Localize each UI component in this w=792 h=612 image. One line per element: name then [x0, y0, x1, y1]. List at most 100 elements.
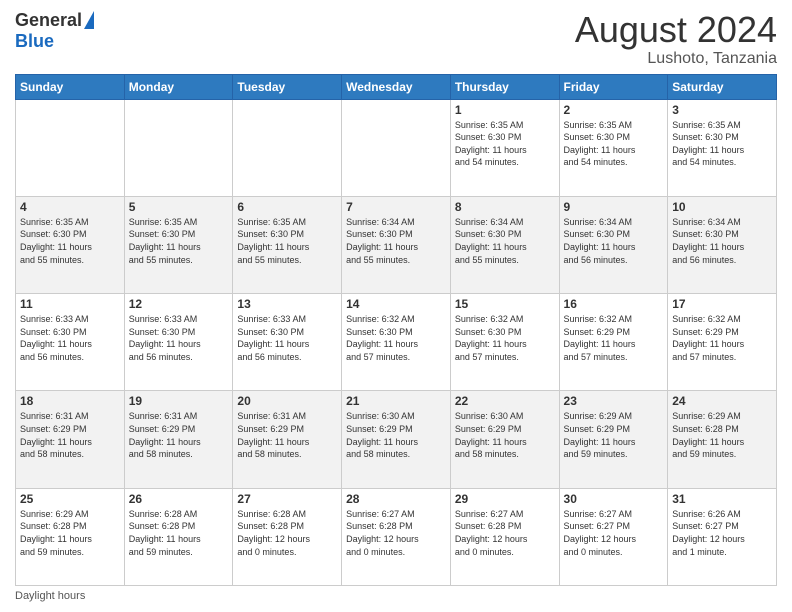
day-info: Sunrise: 6:28 AM Sunset: 6:28 PM Dayligh…	[129, 508, 229, 558]
day-info: Sunrise: 6:34 AM Sunset: 6:30 PM Dayligh…	[346, 216, 446, 266]
logo-general: General	[15, 10, 82, 31]
day-number: 8	[455, 200, 555, 214]
day-number: 17	[672, 297, 772, 311]
day-number: 4	[20, 200, 120, 214]
day-number: 11	[20, 297, 120, 311]
calendar-day-cell: 6 Sunrise: 6:35 AM Sunset: 6:30 PM Daylig…	[233, 196, 342, 293]
day-info: Sunrise: 6:35 AM Sunset: 6:30 PM Dayligh…	[20, 216, 120, 266]
day-info: Sunrise: 6:35 AM Sunset: 6:30 PM Dayligh…	[672, 119, 772, 169]
calendar-day-cell: 11 Sunrise: 6:33 AM Sunset: 6:30 PM Dayli…	[16, 294, 125, 391]
day-number: 18	[20, 394, 120, 408]
day-number: 26	[129, 492, 229, 506]
main-title: August 2024	[575, 10, 777, 50]
day-info: Sunrise: 6:32 AM Sunset: 6:30 PM Dayligh…	[346, 313, 446, 363]
day-info: Sunrise: 6:33 AM Sunset: 6:30 PM Dayligh…	[20, 313, 120, 363]
day-number: 22	[455, 394, 555, 408]
day-number: 19	[129, 394, 229, 408]
day-number: 2	[564, 103, 664, 117]
calendar-day-cell: 26 Sunrise: 6:28 AM Sunset: 6:28 PM Dayli…	[124, 488, 233, 585]
header: General Blue August 2024 Lushoto, Tanzan…	[15, 10, 777, 68]
calendar-day-cell: 10 Sunrise: 6:34 AM Sunset: 6:30 PM Dayli…	[668, 196, 777, 293]
calendar-day-cell: 4 Sunrise: 6:35 AM Sunset: 6:30 PM Daylig…	[16, 196, 125, 293]
calendar-day-cell: 18 Sunrise: 6:31 AM Sunset: 6:29 PM Dayli…	[16, 391, 125, 488]
calendar-day-cell	[16, 99, 125, 196]
calendar-day-cell: 8 Sunrise: 6:34 AM Sunset: 6:30 PM Daylig…	[450, 196, 559, 293]
day-number: 6	[237, 200, 337, 214]
day-info: Sunrise: 6:27 AM Sunset: 6:28 PM Dayligh…	[346, 508, 446, 558]
calendar-day-cell: 23Sunrise: 6:29 AM Sunset: 6:29 PM Dayli…	[559, 391, 668, 488]
calendar-day-cell: 17 Sunrise: 6:32 AM Sunset: 6:29 PM Dayli…	[668, 294, 777, 391]
day-info: Sunrise: 6:35 AM Sunset: 6:30 PM Dayligh…	[455, 119, 555, 169]
calendar-day-cell: 14 Sunrise: 6:32 AM Sunset: 6:30 PM Dayli…	[342, 294, 451, 391]
day-info: Sunrise: 6:34 AM Sunset: 6:30 PM Dayligh…	[672, 216, 772, 266]
day-info: Sunrise: 6:34 AM Sunset: 6:30 PM Dayligh…	[455, 216, 555, 266]
calendar-day-cell: 7 Sunrise: 6:34 AM Sunset: 6:30 PM Daylig…	[342, 196, 451, 293]
calendar-day-cell: 3Sunrise: 6:35 AM Sunset: 6:30 PM Daylig…	[668, 99, 777, 196]
day-number: 10	[672, 200, 772, 214]
daylight-hours-label: Daylight hours	[15, 590, 85, 602]
day-number: 29	[455, 492, 555, 506]
day-info: Sunrise: 6:31 AM Sunset: 6:29 PM Dayligh…	[129, 410, 229, 460]
day-info: Sunrise: 6:34 AM Sunset: 6:30 PM Dayligh…	[564, 216, 664, 266]
day-info: Sunrise: 6:33 AM Sunset: 6:30 PM Dayligh…	[129, 313, 229, 363]
day-info: Sunrise: 6:33 AM Sunset: 6:30 PM Dayligh…	[237, 313, 337, 363]
logo-triangle-icon	[84, 11, 94, 29]
logo-blue: Blue	[15, 31, 54, 52]
calendar-week-row: 1 Sunrise: 6:35 AM Sunset: 6:30 PM Daylig…	[16, 99, 777, 196]
day-number: 23	[564, 394, 664, 408]
day-number: 21	[346, 394, 446, 408]
calendar-day-cell: 30Sunrise: 6:27 AM Sunset: 6:27 PM Dayli…	[559, 488, 668, 585]
day-info: Sunrise: 6:29 AM Sunset: 6:28 PM Dayligh…	[672, 410, 772, 460]
day-info: Sunrise: 6:30 AM Sunset: 6:29 PM Dayligh…	[346, 410, 446, 460]
footer: Daylight hours	[15, 590, 777, 602]
calendar-day-cell: 22 Sunrise: 6:30 AM Sunset: 6:29 PM Dayli…	[450, 391, 559, 488]
day-number: 24	[672, 394, 772, 408]
calendar-day-cell: 16Sunrise: 6:32 AM Sunset: 6:29 PM Dayli…	[559, 294, 668, 391]
calendar-day-cell: 21 Sunrise: 6:30 AM Sunset: 6:29 PM Dayli…	[342, 391, 451, 488]
logo: General Blue	[15, 10, 94, 52]
day-number: 5	[129, 200, 229, 214]
calendar-week-row: 11 Sunrise: 6:33 AM Sunset: 6:30 PM Dayli…	[16, 294, 777, 391]
calendar-day-cell: 13Sunrise: 6:33 AM Sunset: 6:30 PM Dayli…	[233, 294, 342, 391]
day-info: Sunrise: 6:31 AM Sunset: 6:29 PM Dayligh…	[20, 410, 120, 460]
calendar-header-tuesday: Tuesday	[233, 74, 342, 99]
calendar-day-cell: 5 Sunrise: 6:35 AM Sunset: 6:30 PM Daylig…	[124, 196, 233, 293]
day-number: 12	[129, 297, 229, 311]
day-info: Sunrise: 6:29 AM Sunset: 6:28 PM Dayligh…	[20, 508, 120, 558]
calendar-day-cell: 29 Sunrise: 6:27 AM Sunset: 6:28 PM Dayli…	[450, 488, 559, 585]
day-info: Sunrise: 6:32 AM Sunset: 6:30 PM Dayligh…	[455, 313, 555, 363]
day-number: 7	[346, 200, 446, 214]
day-info: Sunrise: 6:32 AM Sunset: 6:29 PM Dayligh…	[672, 313, 772, 363]
calendar-header-monday: Monday	[124, 74, 233, 99]
day-number: 9	[564, 200, 664, 214]
calendar-day-cell: 19 Sunrise: 6:31 AM Sunset: 6:29 PM Dayli…	[124, 391, 233, 488]
day-info: Sunrise: 6:35 AM Sunset: 6:30 PM Dayligh…	[237, 216, 337, 266]
day-number: 1	[455, 103, 555, 117]
calendar-header-wednesday: Wednesday	[342, 74, 451, 99]
day-info: Sunrise: 6:27 AM Sunset: 6:28 PM Dayligh…	[455, 508, 555, 558]
calendar-day-cell: 20Sunrise: 6:31 AM Sunset: 6:29 PM Dayli…	[233, 391, 342, 488]
calendar-day-cell: 9 Sunrise: 6:34 AM Sunset: 6:30 PM Daylig…	[559, 196, 668, 293]
calendar-day-cell	[342, 99, 451, 196]
day-info: Sunrise: 6:26 AM Sunset: 6:27 PM Dayligh…	[672, 508, 772, 558]
day-info: Sunrise: 6:32 AM Sunset: 6:29 PM Dayligh…	[564, 313, 664, 363]
day-info: Sunrise: 6:30 AM Sunset: 6:29 PM Dayligh…	[455, 410, 555, 460]
sub-title: Lushoto, Tanzania	[575, 50, 777, 68]
calendar-table: SundayMondayTuesdayWednesdayThursdayFrid…	[15, 74, 777, 586]
calendar-day-cell: 1 Sunrise: 6:35 AM Sunset: 6:30 PM Daylig…	[450, 99, 559, 196]
calendar-header-saturday: Saturday	[668, 74, 777, 99]
calendar-day-cell	[124, 99, 233, 196]
day-info: Sunrise: 6:35 AM Sunset: 6:30 PM Dayligh…	[564, 119, 664, 169]
page: General Blue August 2024 Lushoto, Tanzan…	[0, 0, 792, 612]
calendar-week-row: 25Sunrise: 6:29 AM Sunset: 6:28 PM Dayli…	[16, 488, 777, 585]
calendar-header-row: SundayMondayTuesdayWednesdayThursdayFrid…	[16, 74, 777, 99]
day-info: Sunrise: 6:35 AM Sunset: 6:30 PM Dayligh…	[129, 216, 229, 266]
day-number: 14	[346, 297, 446, 311]
day-number: 30	[564, 492, 664, 506]
day-info: Sunrise: 6:28 AM Sunset: 6:28 PM Dayligh…	[237, 508, 337, 558]
calendar-day-cell: 31 Sunrise: 6:26 AM Sunset: 6:27 PM Dayli…	[668, 488, 777, 585]
day-number: 31	[672, 492, 772, 506]
day-number: 27	[237, 492, 337, 506]
calendar-day-cell: 28Sunrise: 6:27 AM Sunset: 6:28 PM Dayli…	[342, 488, 451, 585]
calendar-header-thursday: Thursday	[450, 74, 559, 99]
